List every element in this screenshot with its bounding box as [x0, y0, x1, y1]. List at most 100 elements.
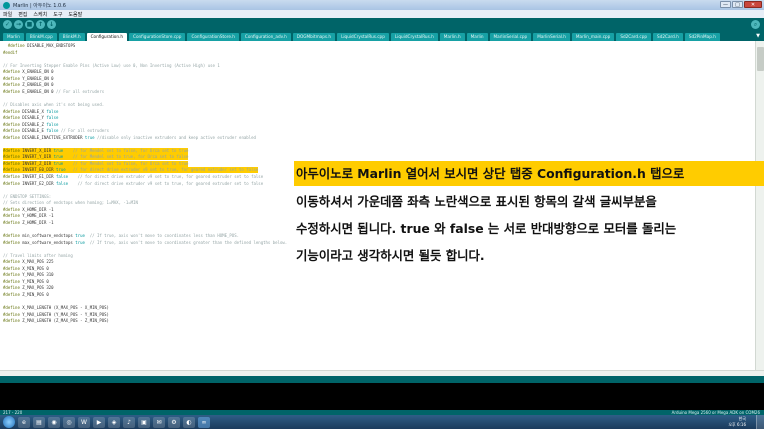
code-line: #define E_ENABLE_ON 0 // For all extrude…	[3, 88, 105, 94]
tab-menu-arrow-icon[interactable]: ▼	[754, 32, 762, 40]
code-line: #define min_software_endstops true // If…	[3, 232, 240, 238]
annotation-line: 기능이라고 생각하시면 될듯 합니다.	[296, 248, 485, 263]
annotation-line: 이동하셔서 가운데쯤 좌측 노란색으로 표시된 항목의 갈색 글씨부분을	[296, 194, 657, 209]
code-line: #define Y_HOME_DIR -1	[3, 213, 54, 219]
code-line: #define DISABLE_INACTIVE_EXTRUDER true /…	[3, 134, 256, 140]
code-line: // For Inverting Stepper Enable Pins (Ac…	[3, 62, 220, 68]
code-line: #endif	[3, 49, 18, 55]
menu-edit[interactable]: 편집	[18, 11, 27, 18]
menu-sketch[interactable]: 스케치	[33, 11, 47, 18]
code-line: #define Z_MIN_POS 0	[3, 291, 49, 297]
taskbar-app-icon[interactable]: ▶	[93, 416, 105, 428]
code-line: // Disables axis when it's not being use…	[3, 101, 105, 107]
new-sketch-icon[interactable]: ■	[25, 20, 34, 29]
code-line: #define Z_MAX_LENGTH (Z_MAX_POS - Z_MIN_…	[3, 318, 109, 324]
code-line: #define Z_HOME_DIR -1	[3, 219, 54, 225]
taskbar-app-icon[interactable]: ✉	[153, 416, 165, 428]
taskbar-app-icon[interactable]: ◈	[108, 416, 120, 428]
tab-liquidcrystalrus-h[interactable]: LiquidCrystalRus.h	[390, 33, 438, 41]
code-line: #define DISABLE_E false // For all extru…	[3, 128, 109, 134]
tab-sd2pinmap-h[interactable]: Sd2PinMap.h	[684, 33, 720, 41]
tab-bar: Marlin BlinkM.cpp BlinkM.h Configuration.h C…	[0, 31, 764, 41]
tab-marlin[interactable]: Marlin	[466, 33, 488, 41]
verify-icon[interactable]: ✓	[3, 20, 12, 29]
tab-sd2card-cpp[interactable]: Sd2Card.cpp	[616, 33, 652, 41]
tab-marlinserial-cpp[interactable]: MarlinSerial.cpp	[489, 33, 532, 41]
taskbar-app-icon[interactable]: ▤	[33, 416, 45, 428]
tab-dogmbitmaps-h[interactable]: DOGMbitmaps.h	[292, 33, 336, 41]
code-line: #define DISABLE_Y false	[3, 115, 59, 121]
serial-monitor-icon[interactable]: ⌕	[751, 20, 760, 29]
open-icon[interactable]: ↑	[36, 20, 45, 29]
code-line: #define Y_ENABLE_ON 0	[3, 75, 54, 81]
window-controls: — □ ✕	[720, 1, 762, 8]
taskbar-app-icon[interactable]: ◎	[63, 416, 75, 428]
code-line: // Sets direction of endstops when homin…	[3, 200, 138, 206]
upload-icon[interactable]: →	[14, 20, 23, 29]
highlighted-code-line: #define INVERT_Y_DIR true // for Mendel …	[3, 154, 189, 161]
taskbar-app-icon[interactable]: W	[78, 416, 90, 428]
console-output	[0, 383, 764, 410]
arduino-app-icon	[3, 1, 10, 9]
code-line: #define Z_ENABLE_ON 0	[3, 82, 54, 88]
close-button[interactable]: ✕	[744, 1, 762, 8]
taskbar-app-icon[interactable]: ♪	[123, 416, 135, 428]
taskbar-app-icon[interactable]: e	[18, 416, 30, 428]
annotation-overlay: 아두이노로 Marlin 열어서 보시면 상단 탭중 Configuration…	[294, 161, 764, 269]
taskbar-app-icon[interactable]: ∞	[198, 416, 210, 428]
code-line: // Travel limits after homing	[3, 252, 73, 258]
highlighted-code-line: #define INVERT_X_DIR true // for Mendel …	[3, 147, 189, 154]
highlighted-code-line: #define INVERT_Z_DIR true // for Mendel …	[3, 160, 189, 167]
code-line: #define X_ENABLE_ON 0	[3, 69, 54, 75]
tab-marlin-h[interactable]: Marlin.h	[439, 33, 465, 41]
show-desktop-button[interactable]	[756, 415, 764, 429]
minimize-button[interactable]: —	[720, 1, 731, 8]
code-line: #define Z_MAX_POS 320	[3, 285, 54, 291]
code-line: #define Y_MIN_POS 0	[3, 278, 49, 284]
menu-file[interactable]: 파일	[3, 11, 12, 18]
annotation-line: 아두이노로 Marlin 열어서 보시면 상단 탭중 Configuration…	[294, 161, 764, 186]
code-line: #define DISABLE_MAX_ENDSTOPS	[7, 43, 76, 48]
code-line: #define X_MAX_POS 225	[3, 259, 54, 265]
tab-configurationstore-cpp[interactable]: ConfigurationStore.cpp	[129, 33, 186, 41]
code-line: #define max_software_endstops true // If…	[3, 239, 288, 245]
title-bar: Marlin | 아두이노 1.0.6 — □ ✕	[0, 0, 764, 10]
start-button-icon[interactable]	[3, 416, 15, 428]
code-line: #define DISABLE_X false	[3, 108, 59, 114]
taskbar-app-icon[interactable]: ⚙	[168, 416, 180, 428]
tab-configurationstore-h[interactable]: ConfigurationStore.h	[187, 33, 239, 41]
code-line: // ENDSTOP SETTINGS:	[3, 193, 52, 199]
tab-blinkm-cpp[interactable]: BlinkM.cpp	[25, 33, 57, 41]
code-line: #define Y_MAX_POS 310	[3, 272, 54, 278]
clock[interactable]: 오후 6:16	[728, 422, 746, 428]
menu-help[interactable]: 도움말	[68, 11, 82, 18]
annotation-line: 수정하시면 됩니다. true 와 false 는 서로 반대방향으로 모터를 …	[296, 221, 677, 236]
tab-configuration-h[interactable]: Configuration.h	[86, 33, 128, 41]
tab-configuration-adv-h[interactable]: Configuration_adv.h	[240, 33, 291, 41]
maximize-button[interactable]: □	[732, 1, 743, 8]
code-line: #define Y_MAX_LENGTH (Y_MAX_POS - Y_MIN_…	[3, 311, 109, 317]
windows-taskbar: e ▤ ◉ ◎ W ▶ ◈ ♪ ▣ ✉ ⚙ ◐ ∞	[0, 415, 764, 429]
tab-marlin-main-cpp[interactable]: Marlin_main.cpp	[571, 33, 615, 41]
menu-tools[interactable]: 도구	[53, 11, 62, 18]
status-strip	[0, 376, 764, 383]
tab-marlin[interactable]: Marlin	[3, 33, 24, 41]
tab-blinkm-h[interactable]: BlinkM.h	[58, 33, 85, 41]
code-line: #define X_MAX_LENGTH (X_MAX_POS - X_MIN_…	[3, 305, 109, 310]
tab-sd2card-h[interactable]: Sd2Card.h	[653, 33, 683, 41]
window-title: Marlin | 아두이노 1.0.6	[13, 2, 66, 9]
menu-bar: 파일 편집 스케치 도구 도움말	[0, 10, 764, 18]
taskbar-app-icon[interactable]: ◐	[183, 416, 195, 428]
system-tray: 한국 오후 6:16	[728, 416, 746, 428]
code-line: #define X_MIN_POS 0	[3, 265, 49, 271]
code-line: #define X_HOME_DIR -1	[3, 206, 54, 212]
tab-liquidcrystalrus-cpp[interactable]: LiquidCrystalRus.cpp	[337, 33, 389, 41]
save-icon[interactable]: ↓	[47, 20, 56, 29]
code-line: #define INVERT_E1_DIR false // for direc…	[3, 174, 264, 179]
taskbar-app-icon[interactable]: ◉	[48, 416, 60, 428]
code-line: #define DISABLE_Z false	[3, 121, 59, 127]
scrollbar-thumb[interactable]	[757, 47, 764, 71]
taskbar-app-icon[interactable]: ▣	[138, 416, 150, 428]
highlighted-code-line: #define INVERT_E0_DIR true // for direct…	[3, 167, 259, 174]
tab-marlinserial-h[interactable]: MarlinSerial.h	[533, 33, 570, 41]
